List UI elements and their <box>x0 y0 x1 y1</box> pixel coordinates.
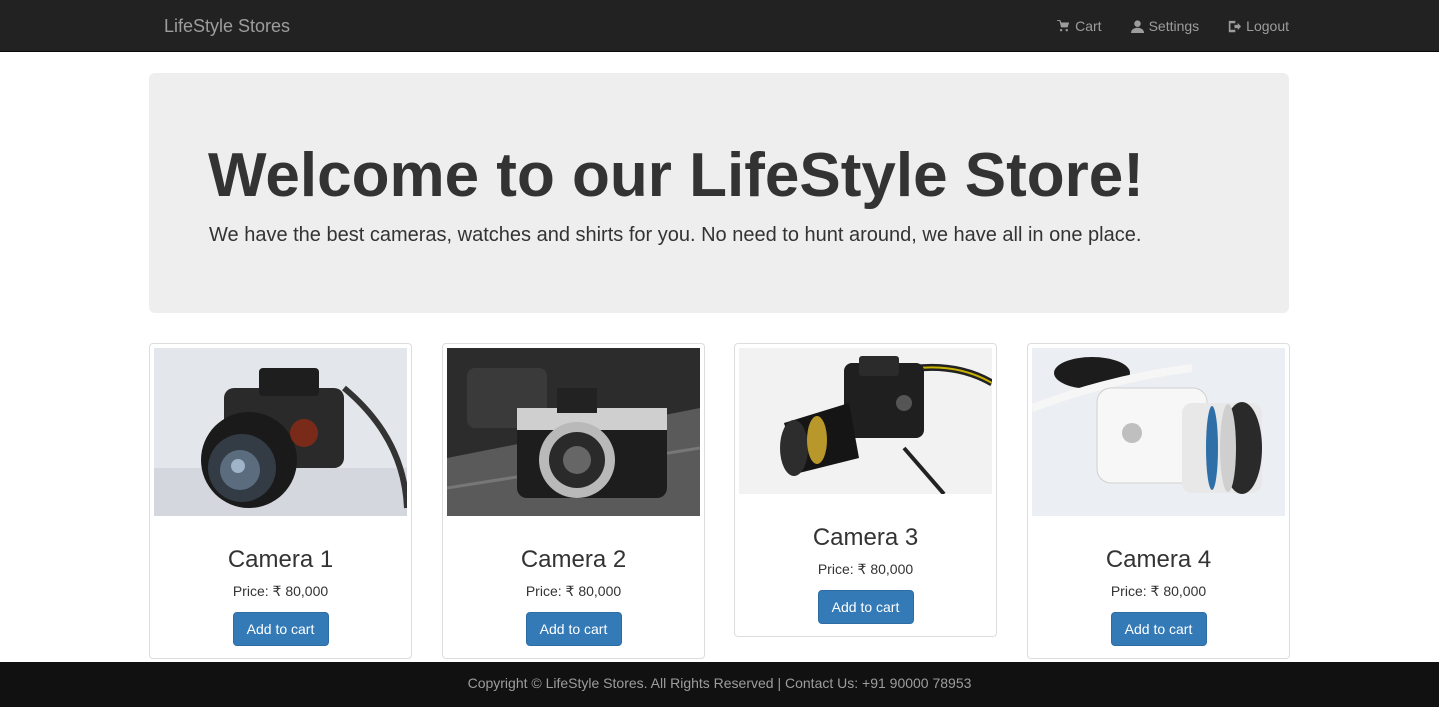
add-to-cart-button[interactable]: Add to cart <box>817 590 914 624</box>
welcome-title: Welcome to our LifeStyle Store! <box>208 141 1144 210</box>
product-card: Camera 1 Price: ₹ 80,000 Add to cart <box>149 343 412 659</box>
nav-links: Cart Settings Logout <box>1028 0 1289 52</box>
camera-2-image[interactable] <box>447 348 700 516</box>
product-name: Camera 2 <box>520 546 627 573</box>
add-to-cart-button[interactable]: Add to cart <box>232 612 329 646</box>
product-price: Price: ₹ 80,000 <box>525 583 622 599</box>
top-navbar: LifeStyle Stores Cart Settings Logout <box>0 0 1439 52</box>
product-name: Camera 1 <box>227 546 334 573</box>
welcome-subtitle: We have the best cameras, watches and sh… <box>209 224 1142 246</box>
camera-1-image[interactable] <box>154 348 407 516</box>
product-price: Price: ₹ 80,000 <box>1110 583 1207 599</box>
product-name: Camera 3 <box>812 524 919 551</box>
footer-copyright: Copyright © LifeStyle Stores. All Rights… <box>467 675 972 691</box>
nav-cart-label: Cart <box>1075 18 1102 34</box>
logout-icon <box>1228 20 1242 32</box>
nav-logout-link[interactable]: Logout <box>1228 18 1289 34</box>
nav-cart-link[interactable]: Cart <box>1057 18 1102 34</box>
brand-link[interactable]: LifeStyle Stores <box>164 15 290 37</box>
add-to-cart-button[interactable]: Add to cart <box>1110 612 1207 646</box>
camera-3-image[interactable] <box>739 348 992 494</box>
product-card: Camera 3 Price: ₹ 80,000 Add to cart <box>734 343 997 637</box>
nav-settings-link[interactable]: Settings <box>1130 18 1200 34</box>
product-card: Camera 4 Price: ₹ 80,000 Add to cart <box>1027 343 1290 659</box>
nav-settings-label: Settings <box>1148 18 1200 34</box>
add-to-cart-button[interactable]: Add to cart <box>525 612 622 646</box>
nav-logout-label: Logout <box>1246 18 1289 34</box>
camera-4-image[interactable] <box>1032 348 1285 516</box>
product-name: Camera 4 <box>1105 546 1212 573</box>
shopping-cart-icon <box>1057 19 1070 31</box>
user-icon <box>1130 19 1144 33</box>
product-card: Camera 2 Price: ₹ 80,000 Add to cart <box>442 343 705 659</box>
page-footer: Copyright © LifeStyle Stores. All Rights… <box>0 662 1439 707</box>
product-price: Price: ₹ 80,000 <box>232 583 329 599</box>
welcome-jumbotron: Welcome to our LifeStyle Store! We have … <box>149 73 1289 313</box>
product-price: Price: ₹ 80,000 <box>817 561 914 577</box>
